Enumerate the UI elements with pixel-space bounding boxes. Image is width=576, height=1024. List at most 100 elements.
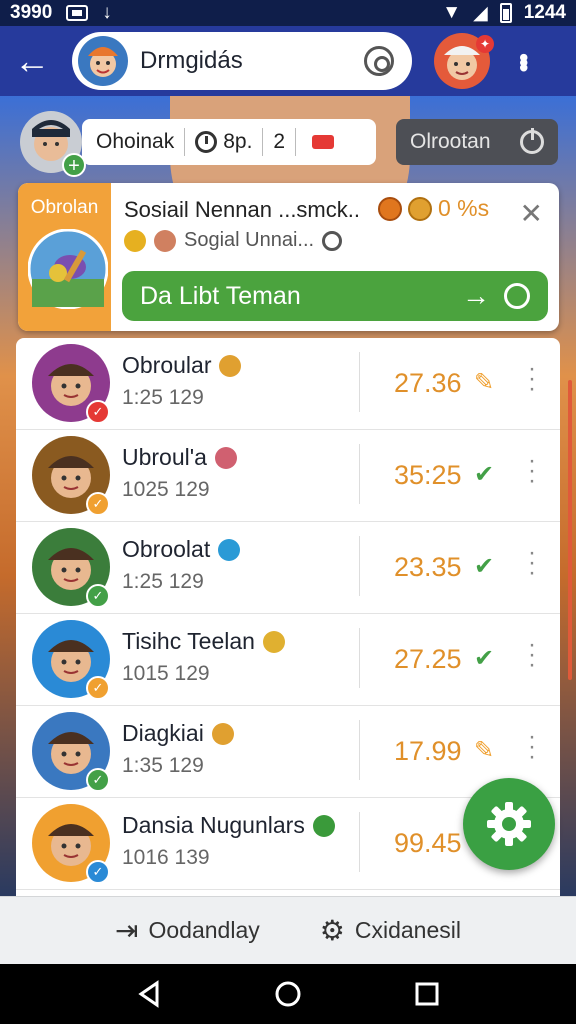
list-item-value: 27.36	[394, 368, 462, 398]
status-divider	[262, 128, 264, 156]
status-count: 2	[273, 130, 286, 153]
check-icon: ✔	[474, 461, 495, 488]
timer-icon	[504, 283, 530, 309]
action-button-label: Olrootan	[410, 130, 491, 153]
scrollbar[interactable]	[568, 380, 572, 680]
status-badge: ✓	[86, 584, 110, 608]
bottom-action-bar: ⇥ Oodandlay ⚙ Cxidanesil	[0, 896, 576, 964]
nav-home-icon[interactable]	[274, 980, 302, 1008]
list-item-name: Dansia Nugunlars	[122, 812, 305, 838]
featured-card[interactable]: Obrolan Sosiail Nennan ...smck.. 0 %s ✕ …	[18, 183, 559, 331]
face-emoji-icon	[154, 229, 176, 252]
list-item-value: 99.45	[394, 828, 462, 858]
search-icon[interactable]	[364, 46, 394, 76]
bottom-right-label: Cxidanesil	[354, 917, 461, 943]
check-icon: ✔	[474, 553, 495, 580]
coin-icon	[408, 196, 432, 221]
list-item[interactable]: ✓ Ubroul'a 1025 129 35:25 ✔ · · ·	[16, 430, 560, 522]
bottom-right-button[interactable]: ⚙ Cxidanesil	[320, 914, 461, 947]
gear-icon	[487, 802, 531, 846]
chat-avatar	[78, 36, 128, 86]
emoji-icon	[219, 354, 242, 377]
user-status-row: + Ohoinak 8p. 2 Olrootan	[20, 110, 560, 177]
list-item[interactable]: ✓ Obroular 1:25 129 27.36 ✎ · · ·	[16, 338, 560, 430]
list-item-divider	[359, 628, 360, 688]
list-item-name-row: Diagkiai	[122, 720, 234, 747]
more-vert-icon[interactable]: ···	[528, 725, 536, 769]
settings-outline-icon: ⚙	[319, 915, 345, 946]
bottom-left-button[interactable]: ⇥ Oodandlay	[115, 914, 260, 947]
close-icon[interactable]: ✕	[520, 197, 543, 230]
status-bar-left-text: 3990	[10, 2, 53, 23]
status-name: Ohoinak	[96, 130, 175, 153]
list-item-name: Ubroul'a	[122, 444, 207, 470]
app-bar: ← Drmgidás ✦ •••	[0, 26, 576, 96]
settings-fab[interactable]	[463, 778, 555, 870]
emoji-icon	[312, 814, 335, 837]
featured-cta-label: Da Libt Teman	[140, 281, 301, 310]
status-timer: 8p.	[223, 130, 253, 153]
power-icon	[520, 128, 544, 154]
status-bar-time: 1244	[523, 2, 566, 23]
list-item-time: 1:35 129	[122, 754, 204, 777]
more-vert-icon[interactable]: ···	[528, 633, 536, 677]
title-pill[interactable]: Drmgidás	[72, 32, 412, 90]
list-item-value: 17.99	[394, 736, 462, 766]
list-item-time: 1:25 129	[122, 570, 204, 593]
profile-avatar[interactable]: ✦	[434, 33, 494, 89]
forward-arrow-icon: ⇥	[115, 915, 139, 946]
user-avatar[interactable]: +	[20, 111, 86, 177]
featured-percent: 0 %s	[438, 195, 490, 221]
status-divider	[295, 128, 297, 156]
bottom-left-label: Oodandlay	[148, 917, 260, 943]
featured-tag: Obrolan	[30, 197, 99, 218]
list-item-divider	[359, 720, 360, 780]
featured-name: Sosiail Nennan ...smck..	[124, 197, 360, 222]
emoji-icon	[214, 446, 237, 469]
battery-icon	[499, 3, 512, 23]
list-item-name-row: Ubroul'a	[122, 444, 237, 471]
list-item[interactable]: ✓ Obroolat 1:25 129 23.35 ✔ · · ·	[16, 522, 560, 614]
list-item-name-row: Tisihc Teelan	[122, 628, 285, 655]
back-arrow-icon[interactable]: ←	[14, 43, 58, 79]
emoji-icon	[211, 722, 234, 745]
nav-back-icon[interactable]	[135, 980, 163, 1008]
more-vert-icon[interactable]: ···	[528, 449, 536, 493]
pending-icon: ✎	[474, 737, 495, 764]
list-item-name: Tisihc Teelan	[122, 628, 255, 654]
status-bar: 3990 ↓ ▼ ◢ 1244	[0, 0, 576, 26]
more-vert-icon[interactable]: •••	[508, 53, 539, 68]
more-vert-icon[interactable]: ···	[528, 357, 536, 401]
list-item-name-row: Dansia Nugunlars	[122, 812, 335, 839]
megaphone-icon	[312, 135, 335, 149]
crown-emoji-icon	[124, 229, 146, 252]
add-status-icon[interactable]: +	[62, 153, 86, 177]
list-item[interactable]: ✓ Tisihc Teelan 1015 129 27.25 ✔ · · ·	[16, 614, 560, 706]
list-item-divider	[359, 536, 360, 596]
featured-card-side: Obrolan	[18, 183, 111, 331]
status-badge: ✓	[86, 676, 110, 700]
system-nav-bar	[0, 964, 576, 1024]
nav-recents-icon[interactable]	[413, 980, 441, 1008]
list-item-time: 1015 129	[122, 662, 210, 685]
featured-subtitle-row: Sogial Unnai...	[124, 229, 343, 252]
chat-title: Drmgidás	[140, 47, 243, 74]
more-vert-icon[interactable]: ···	[528, 541, 536, 585]
list-item-divider	[359, 812, 360, 872]
list-item-value: 23.35	[394, 552, 462, 582]
status-badge: ✓	[86, 860, 110, 884]
status-pill[interactable]: Ohoinak 8p. 2	[82, 119, 376, 165]
list-item-name: Obroolat	[122, 536, 211, 562]
list-item-name: Obroular	[122, 352, 212, 378]
list-item[interactable]: ✓ Diagkiai 1:35 129 17.99 ✎ · · ·	[16, 706, 560, 798]
list-item-value: 27.25	[394, 644, 462, 674]
action-button[interactable]: Olrootan	[396, 119, 558, 165]
status-badge: ✓	[86, 768, 110, 792]
featured-cta-button[interactable]: Da Libt Teman →	[122, 271, 548, 321]
list-item-time: 1016 139	[122, 846, 210, 869]
list-item-value: 35:25	[394, 460, 462, 490]
emoji-icon	[262, 630, 285, 653]
list-item-name: Diagkiai	[122, 720, 204, 746]
check-icon: ✔	[474, 645, 495, 672]
status-badge: ✓	[86, 400, 110, 424]
